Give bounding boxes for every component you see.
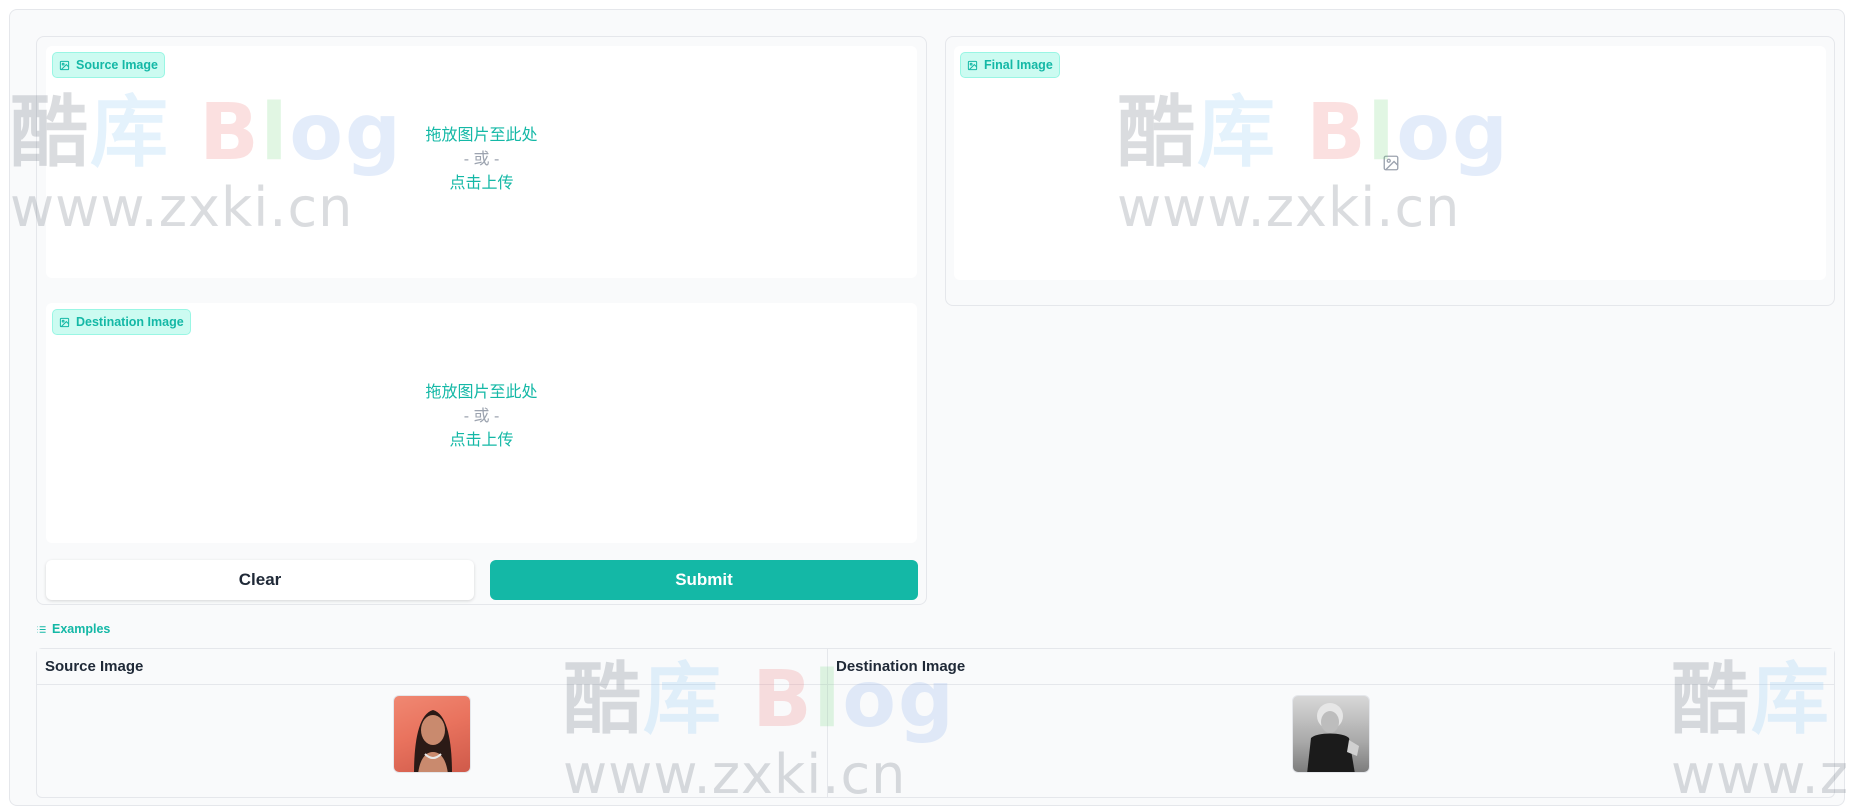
clear-button[interactable]: Clear: [46, 560, 474, 600]
image-icon: [59, 60, 70, 70]
input-panel: Source Image 拖放图片至此处 - 或 - 点击上传 Destinat…: [36, 36, 927, 605]
or-text: - 或 -: [463, 408, 500, 425]
final-image-display: Final Image: [954, 46, 1826, 280]
final-image-label: Final Image: [960, 52, 1060, 78]
destination-image-upload[interactable]: Destination Image 拖放图片至此处 - 或 - 点击上传: [46, 303, 917, 543]
destination-drop-zone[interactable]: 拖放图片至此处 - 或 - 点击上传: [46, 381, 917, 453]
destination-image-label: Destination Image: [52, 309, 191, 335]
examples-table: Source Image Destination Image: [36, 648, 1835, 798]
image-icon: [59, 317, 70, 327]
drop-text: 拖放图片至此处: [425, 127, 538, 144]
image-placeholder-icon: [1383, 155, 1399, 171]
output-panel: Final Image: [945, 36, 1835, 306]
submit-button[interactable]: Submit: [490, 560, 918, 600]
source-image-label: Source Image: [52, 52, 165, 78]
image-icon: [967, 60, 978, 70]
click-upload-text[interactable]: 点击上传: [46, 429, 917, 453]
column-divider: [827, 649, 828, 797]
click-upload-text[interactable]: 点击上传: [46, 172, 917, 196]
source-drop-zone[interactable]: 拖放图片至此处 - 或 - 点击上传: [46, 124, 917, 196]
source-image-upload[interactable]: Source Image 拖放图片至此处 - 或 - 点击上传: [46, 46, 917, 278]
column-header-source: Source Image: [45, 658, 144, 675]
drop-text: 拖放图片至此处: [425, 384, 538, 401]
examples-label: Examples: [36, 622, 110, 636]
app-container: Source Image 拖放图片至此处 - 或 - 点击上传 Destinat…: [9, 9, 1845, 806]
column-header-destination: Destination Image: [836, 658, 966, 675]
or-text: - 或 -: [463, 151, 500, 168]
list-icon: [37, 625, 46, 633]
examples-header: Source Image Destination Image: [37, 649, 1834, 685]
example-destination-thumbnail[interactable]: [1292, 695, 1370, 773]
example-source-thumbnail[interactable]: [393, 695, 471, 773]
